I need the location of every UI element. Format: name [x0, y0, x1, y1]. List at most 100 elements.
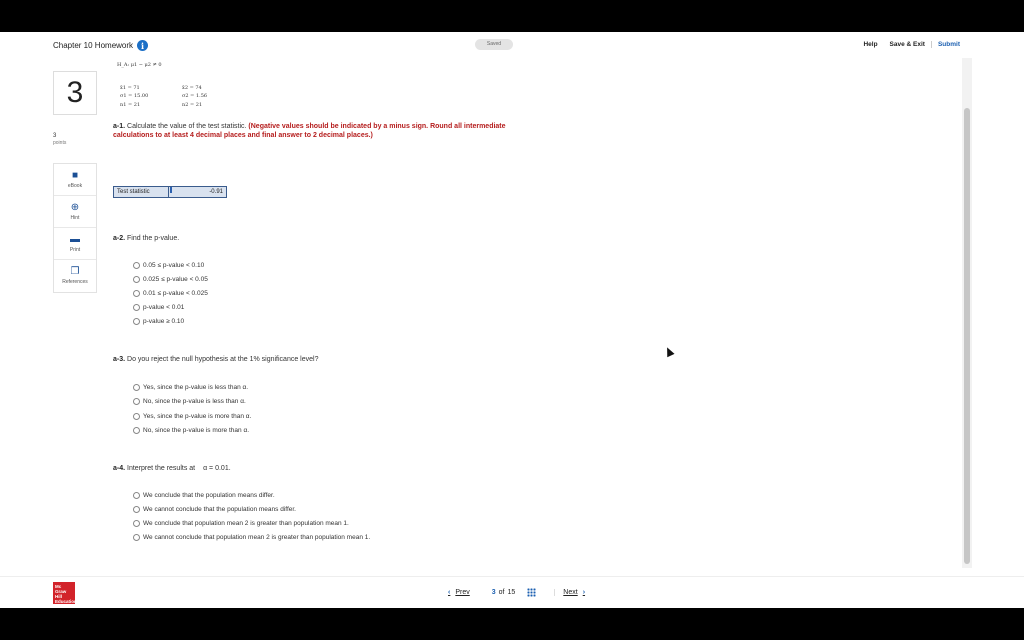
a4-option-4-label: We cannot conclude that population mean … [143, 534, 371, 541]
saved-status-badge: Saved [475, 39, 513, 50]
points-value: 3 [53, 133, 57, 139]
sample1-sigma: σ1 = 15.00 [120, 93, 149, 99]
a3-option-4-label: No, since the p-value is more than α. [143, 427, 250, 434]
chevron-right-icon: › [582, 589, 586, 596]
test-statistic-input[interactable]: -0.91 [169, 187, 226, 197]
next-button[interactable]: Next › [554, 589, 585, 596]
hint-tool[interactable]: ⊕ Hint [54, 196, 96, 228]
a2-text: Find the p-value. [127, 235, 180, 242]
info-icon[interactable]: i [137, 40, 149, 51]
a2-option-5-label: p-value ≥ 0.10 [143, 318, 185, 325]
prev-button[interactable]: ‹ Prev [448, 589, 470, 596]
a4-option-2[interactable]: We cannot conclude that the population m… [133, 506, 296, 513]
flag-icon [170, 187, 172, 193]
test-statistic-value: -0.91 [209, 189, 223, 195]
a3-text: Do you reject the null hypothesis at the… [127, 356, 319, 363]
radio-button[interactable] [133, 506, 140, 513]
a2-label: a-2. [113, 235, 126, 242]
a4-text: Interpret the results at [127, 465, 196, 472]
a4-option-3-label: We conclude that population mean 2 is gr… [143, 520, 349, 527]
grid-icon[interactable] [527, 588, 537, 597]
question-navigation: ‹ Prev 3 of 15 Next › [448, 588, 585, 597]
question-number: 3 [53, 71, 97, 115]
radio-button[interactable] [133, 262, 140, 269]
page-indicator[interactable]: 3 of 15 [492, 588, 537, 597]
radio-button[interactable] [133, 427, 140, 434]
total-pages: 15 [507, 589, 516, 596]
a4-option-3[interactable]: We conclude that population mean 2 is gr… [133, 520, 349, 527]
mcgraw-hill-logo: Mc Graw Hill Education [53, 582, 77, 604]
a3-option-1-label: Yes, since the p-value is less than α. [143, 384, 249, 391]
a3-option-2-label: No, since the p-value is less than α. [143, 398, 246, 405]
printer-icon: ▬ [70, 233, 80, 245]
a2-option-5[interactable]: p-value ≥ 0.10 [133, 318, 184, 325]
a3-option-3[interactable]: Yes, since the p-value is more than α. [133, 413, 251, 420]
question-a3: a-3. Do you reject the null hypothesis a… [113, 356, 318, 363]
radio-button[interactable] [133, 384, 140, 391]
radio-button[interactable] [133, 276, 140, 283]
book-icon: ■ [71, 169, 79, 181]
test-statistic-table: Test statistic -0.91 [113, 186, 227, 198]
assignment-title: Chapter 10 Homework i [53, 40, 149, 51]
radio-button[interactable] [133, 492, 140, 499]
a4-option-1-label: We conclude that the population means di… [143, 492, 275, 499]
help-button[interactable]: Help [857, 41, 883, 48]
copy-icon: ❐ [70, 266, 80, 277]
a2-option-2-label: 0.025 ≤ p-value < 0.05 [143, 276, 208, 283]
radio-button[interactable] [133, 290, 140, 297]
question-points: 3 points [53, 133, 66, 147]
a1-label: a-1. [113, 123, 126, 130]
lifebuoy-icon: ⊕ [70, 201, 80, 213]
a2-option-3[interactable]: 0.01 ≤ p-value < 0.025 [133, 290, 208, 297]
radio-button[interactable] [133, 520, 140, 527]
question-a4: a-4. Interpret the results at α = 0.01. [113, 465, 231, 472]
a3-option-2[interactable]: No, since the p-value is less than α. [133, 398, 246, 405]
top-bar: Chapter 10 Homework i Saved Help Save & … [0, 32, 1024, 58]
mouse-cursor-icon [663, 345, 675, 358]
a4-option-1[interactable]: We conclude that the population means di… [133, 492, 275, 499]
references-tool[interactable]: ❐ References [54, 260, 96, 292]
bottom-bar: Mc Graw Hill Education ‹ Prev 3 of 15 Ne… [0, 576, 1024, 608]
hint-label: Hint [70, 214, 80, 221]
next-label: Next [563, 589, 578, 596]
submit-button[interactable]: Submit [932, 41, 966, 48]
question-a1: a-1. Calculate the value of the test sta… [113, 123, 506, 130]
radio-button[interactable] [133, 318, 140, 325]
question-a2: a-2. Find the p-value. [113, 235, 179, 242]
a3-label: a-3. [113, 356, 126, 363]
sample2-sigma: σ2 = 1.56 [182, 93, 208, 99]
current-page: 3 [491, 589, 496, 596]
page-of-label: of [498, 589, 505, 596]
test-statistic-label: Test statistic [114, 187, 169, 197]
app-window: Chapter 10 Homework i Saved Help Save & … [0, 32, 1024, 608]
radio-button[interactable] [133, 413, 140, 420]
a4-option-4[interactable]: We cannot conclude that population mean … [133, 534, 370, 541]
a4-alpha: α = 0.01. [203, 465, 231, 472]
points-label: points [53, 140, 67, 146]
a3-option-4[interactable]: No, since the p-value is more than α. [133, 427, 249, 434]
top-actions: Help Save & Exit Submit [857, 41, 966, 48]
a4-option-2-label: We cannot conclude that the population m… [143, 506, 296, 513]
sample2-mean: x̄2 = 74 [182, 85, 202, 91]
a1-note-line2: calculations to at least 4 decimal place… [113, 132, 373, 139]
chevron-left-icon: ‹ [448, 589, 451, 596]
a2-option-2[interactable]: 0.025 ≤ p-value < 0.05 [133, 276, 208, 283]
radio-button[interactable] [133, 304, 140, 311]
a3-option-3-label: Yes, since the p-value is more than α. [143, 413, 252, 420]
radio-button[interactable] [133, 398, 140, 405]
prev-label: Prev [455, 589, 470, 596]
sample2-size: n2 = 21 [182, 102, 203, 108]
a2-option-1[interactable]: 0.05 ≤ p-value < 0.10 [133, 262, 204, 269]
print-tool[interactable]: ▬ Print [54, 228, 96, 260]
a3-option-1[interactable]: Yes, since the p-value is less than α. [133, 384, 248, 391]
save-exit-button[interactable]: Save & Exit [884, 41, 932, 48]
print-label: Print [69, 246, 81, 253]
a1-text: Calculate the value of the test statisti… [127, 123, 247, 130]
a2-option-1-label: 0.05 ≤ p-value < 0.10 [143, 262, 205, 269]
scrollbar-thumb[interactable] [964, 108, 970, 564]
a1-note-line1: (Negative values should be indicated by … [248, 123, 506, 130]
a2-option-4[interactable]: p-value < 0.01 [133, 304, 184, 311]
ebook-label: eBook [67, 182, 83, 189]
radio-button[interactable] [133, 534, 140, 541]
ebook-tool[interactable]: ■ eBook [54, 164, 96, 196]
